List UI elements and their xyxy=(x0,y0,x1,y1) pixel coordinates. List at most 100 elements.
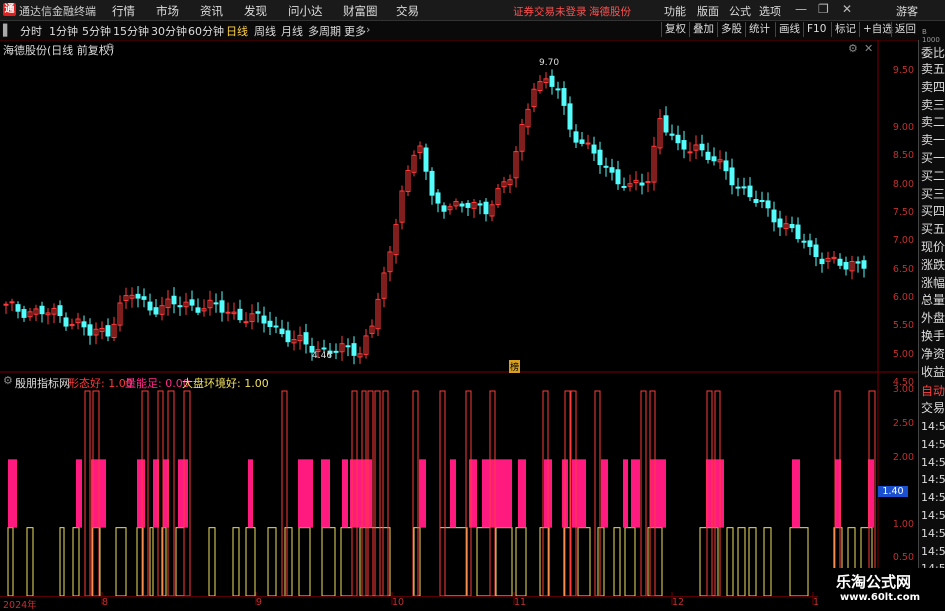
menu-market[interactable]: 市场 xyxy=(156,3,179,19)
restore-icon[interactable]: ❐ xyxy=(818,2,829,16)
btn-f10[interactable]: F10 xyxy=(803,22,829,37)
date-tick: 11 xyxy=(514,597,527,608)
menu-formula[interactable]: 公式 xyxy=(729,3,751,19)
indicator-bar-pink xyxy=(342,459,348,528)
watermark: 乐淘公式网 www.60lt.com xyxy=(818,568,945,609)
period-60min[interactable]: 60分钟 xyxy=(188,23,224,39)
indicator-bar-yellow xyxy=(115,527,127,597)
period-5min[interactable]: 5分钟 xyxy=(82,23,111,39)
chevron-right-icon[interactable]: › xyxy=(366,23,370,36)
menu-quotes[interactable]: 行情 xyxy=(112,3,135,19)
candle xyxy=(351,343,357,356)
indicator-name[interactable]: 殷朋指标网 xyxy=(15,375,70,391)
period-daily[interactable]: 日线 xyxy=(226,23,248,39)
candle xyxy=(597,149,603,166)
menu-function[interactable]: 功能 xyxy=(664,3,686,19)
panel-top-small: B 1000 xyxy=(922,28,940,44)
quote-label: 卖一 xyxy=(921,133,945,148)
minimize-icon[interactable]: — xyxy=(795,2,807,16)
candle xyxy=(615,169,621,185)
candle xyxy=(765,200,771,209)
candle xyxy=(555,88,561,91)
user-label[interactable]: 游客 xyxy=(896,3,918,19)
period-multi[interactable]: 多周期 xyxy=(308,23,341,39)
indicator-bar-pink xyxy=(450,459,456,528)
btn-multistock[interactable]: 多股 xyxy=(717,22,745,37)
period-tick[interactable]: 分时 xyxy=(20,23,42,39)
quote-panel: B 1000 委比 卖五 卖四 卖三 卖二 卖一 买一 买二 买三 买四 买五 现价 涨跌 涨幅 总量 外盘换… xyxy=(918,28,945,605)
btn-adjust[interactable]: 复权 xyxy=(661,22,689,37)
period-toolbar: ▌ 分时 1分钟 5分钟 15分钟 30分钟 60分钟 日线 周线 月线 多周期… xyxy=(0,21,945,41)
kline-chart[interactable] xyxy=(0,40,918,605)
indicator-bar-pink xyxy=(623,459,628,528)
login-notice[interactable]: 证券交易未登录 xyxy=(513,4,587,19)
candle xyxy=(723,160,729,172)
top-stock-name[interactable]: 海德股份 xyxy=(589,4,631,19)
date-tick: 12 xyxy=(672,597,685,608)
period-more[interactable]: 更多 xyxy=(344,23,366,39)
close-icon[interactable]: ✕ xyxy=(842,2,852,16)
menu-toggle-icon[interactable]: ▌ xyxy=(3,24,11,37)
candle xyxy=(687,151,693,154)
menu-options[interactable]: 选项 xyxy=(759,3,781,19)
indicator-tick: 2.50 xyxy=(892,418,914,429)
indicator-bar-yellow xyxy=(72,527,80,597)
indicator-bar-red xyxy=(374,390,381,597)
candle xyxy=(483,201,489,215)
candle xyxy=(255,311,261,314)
btn-stats[interactable]: 统计 xyxy=(745,22,773,37)
menu-news[interactable]: 资讯 xyxy=(200,3,223,19)
indicator-bar-yellow xyxy=(298,527,311,597)
menu-community[interactable]: 财富圈 xyxy=(343,3,378,19)
quote-label: 买三 xyxy=(921,186,945,201)
indicator-bar-yellow xyxy=(624,527,636,597)
title-menu-bar: 通 通达信金融终端 行情 市场 资讯 发现 问小达 财富圈 交易 证券交易未登录… xyxy=(0,0,945,21)
candle xyxy=(429,170,435,196)
period-monthly[interactable]: 月线 xyxy=(281,23,303,39)
menu-layout[interactable]: 版面 xyxy=(697,3,719,19)
btn-overlay[interactable]: 叠加 xyxy=(689,22,717,37)
auto-label[interactable]: 自动 xyxy=(921,384,945,399)
trade-label[interactable]: 交易 xyxy=(921,401,945,416)
period-1min[interactable]: 1分钟 xyxy=(49,23,78,39)
price-tick: 7.50 xyxy=(892,207,914,218)
candle xyxy=(861,260,867,269)
menu-discover[interactable]: 发现 xyxy=(244,3,267,19)
btn-back[interactable]: 返回 xyxy=(891,22,919,37)
date-tick: 8 xyxy=(102,597,109,608)
candle xyxy=(585,142,591,145)
candle xyxy=(81,321,87,328)
settings-gear-icon[interactable]: ⚙ xyxy=(848,42,858,55)
indicator-tick: 1.00 xyxy=(892,519,914,530)
menu-ask[interactable]: 问小达 xyxy=(288,3,323,19)
candlestick-series xyxy=(3,69,867,365)
candle xyxy=(843,261,849,270)
menu-trade[interactable]: 交易 xyxy=(396,3,419,19)
event-marker[interactable]: 榜 xyxy=(509,360,521,373)
chart-title: 海德股份(日线 前复权) xyxy=(3,44,115,57)
settings-icon[interactable]: ⚙ xyxy=(105,41,115,54)
period-30min[interactable]: 30分钟 xyxy=(151,23,187,39)
candle xyxy=(705,151,711,160)
price-tick: 7.00 xyxy=(892,235,914,246)
period-weekly[interactable]: 周线 xyxy=(254,23,276,39)
candle xyxy=(441,205,447,212)
btn-mark[interactable]: 标记 xyxy=(831,22,859,37)
indicator-bar-yellow xyxy=(245,527,256,597)
trade-time: 14:56 xyxy=(921,544,945,558)
close-chart-icon[interactable]: ✕ xyxy=(864,42,873,55)
period-15min[interactable]: 15分钟 xyxy=(113,23,149,39)
btn-draw[interactable]: 画线 xyxy=(775,22,803,37)
indicator-param-shape: 形态好: 1.00 xyxy=(68,377,133,390)
indicator-bar-yellow xyxy=(208,527,216,597)
candle xyxy=(261,315,267,324)
candle xyxy=(639,182,645,186)
candle xyxy=(573,131,579,143)
indicator-bar-pink xyxy=(178,459,188,528)
indicator-bar-yellow xyxy=(232,527,240,597)
indicator-bar-yellow xyxy=(763,527,772,597)
quote-label: 现价 xyxy=(921,240,945,254)
indicator-current-value: 1.40 xyxy=(878,486,908,497)
indicator-gear-icon[interactable]: ⚙ xyxy=(3,374,13,387)
date-tick: 9 xyxy=(256,597,263,608)
